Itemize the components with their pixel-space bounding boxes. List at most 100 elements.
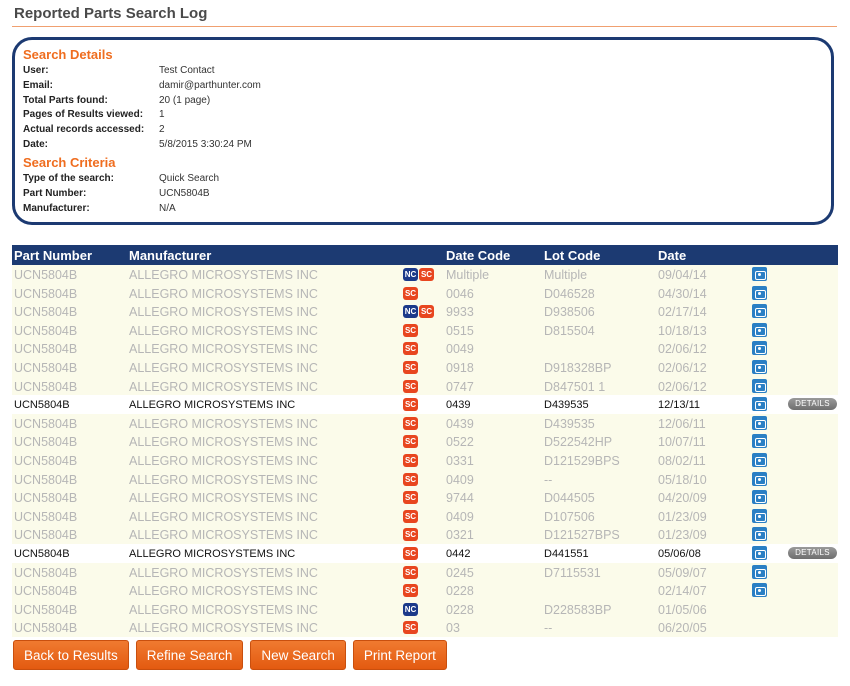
date-cell: 05/09/07 xyxy=(658,565,707,580)
camera-icon[interactable] xyxy=(752,359,767,374)
part-number-cell[interactable]: UCN5804B xyxy=(14,399,70,411)
sc-badge-icon: SC xyxy=(403,379,418,393)
part-number-cell[interactable]: UCN5804B xyxy=(14,454,77,468)
part-number-cell[interactable]: UCN5804B xyxy=(14,417,77,431)
manufacturer-cell: ALLEGRO MICROSYSTEMS INC xyxy=(129,565,318,580)
table-row[interactable]: UCN5804B ALLEGRO MICROSYSTEMS INC SC 9744 D0… xyxy=(12,488,838,507)
camera-icon[interactable] xyxy=(752,583,767,598)
camera-icon[interactable] xyxy=(752,397,767,412)
part-number-cell[interactable]: UCN5804B xyxy=(14,473,77,487)
table-row[interactable]: UCN5804B ALLEGRO MICROSYSTEMS INC SC 0046 D0… xyxy=(12,283,838,303)
part-number-cell[interactable]: UCN5804B xyxy=(14,510,77,524)
table-row[interactable]: UCN5804B ALLEGRO MICROSYSTEMS INC SC 03 -- 06… xyxy=(12,618,838,637)
back-to-results-button[interactable]: Back to Results xyxy=(13,640,129,670)
table-row[interactable]: UCN5804B ALLEGRO MICROSYSTEMS INC SC 0442 D4… xyxy=(12,543,838,563)
camera-icon[interactable] xyxy=(752,304,767,319)
date-code-cell: 03 xyxy=(446,621,460,636)
table-row[interactable]: UCN5804B ALLEGRO MICROSYSTEMS INC SC 0439 D4… xyxy=(12,395,838,414)
table-row[interactable]: UCN5804B ALLEGRO MICROSYSTEMS INC SC 0321 D1… xyxy=(12,525,838,544)
camera-icon[interactable] xyxy=(752,378,767,393)
header-manufacturer[interactable]: Manufacturer xyxy=(129,248,211,263)
table-row[interactable]: UCN5804B ALLEGRO MICROSYSTEMS INC NC SC Mult… xyxy=(12,265,838,284)
manufacturer-cell: ALLEGRO MICROSYSTEMS INC xyxy=(129,453,318,468)
part-number-cell[interactable]: UCN5804B xyxy=(14,380,77,394)
header-date[interactable]: Date xyxy=(658,248,686,263)
part-number-cell[interactable]: UCN5804B xyxy=(14,305,77,319)
camera-icon[interactable] xyxy=(752,285,767,300)
part-number-cell[interactable]: UCN5804B xyxy=(14,621,77,635)
camera-icon[interactable] xyxy=(752,341,767,356)
date-code-cell: 0747 xyxy=(446,379,474,394)
camera-icon[interactable] xyxy=(752,415,767,430)
part-number-cell[interactable]: UCN5804B xyxy=(14,548,70,560)
part-number-cell[interactable]: UCN5804B xyxy=(14,584,77,598)
table-row[interactable]: UCN5804B ALLEGRO MICROSYSTEMS INC SC 0747 D8… xyxy=(12,376,838,396)
camera-icon[interactable] xyxy=(752,545,767,560)
status-badges: SC xyxy=(403,323,418,337)
table-row[interactable]: UCN5804B ALLEGRO MICROSYSTEMS INC SC 0245 D7… xyxy=(12,562,838,582)
camera-icon[interactable] xyxy=(752,434,767,449)
camera-icon[interactable] xyxy=(752,452,767,467)
table-row[interactable]: UCN5804B ALLEGRO MICROSYSTEMS INC SC 0228 02… xyxy=(12,581,838,600)
lot-code-cell: D121527BPS xyxy=(544,528,620,543)
camera-icon[interactable] xyxy=(752,527,767,542)
lot-code-cell: -- xyxy=(544,621,553,636)
part-number-cell[interactable]: UCN5804B xyxy=(14,528,77,542)
date-code-cell: 0439 xyxy=(446,399,471,412)
status-badges: SC xyxy=(403,472,418,486)
part-number-cell[interactable]: UCN5804B xyxy=(14,342,77,356)
part-number-cell[interactable]: UCN5804B xyxy=(14,268,77,282)
part-number-cell[interactable]: UCN5804B xyxy=(14,566,77,580)
part-number-cell[interactable]: UCN5804B xyxy=(14,603,77,617)
lot-code-cell: Multiple xyxy=(544,268,588,282)
part-number-cell[interactable]: UCN5804B xyxy=(14,287,77,301)
date-code-cell: 0515 xyxy=(446,323,474,338)
camera-icon[interactable] xyxy=(752,490,767,505)
table-row[interactable]: UCN5804B ALLEGRO MICROSYSTEMS INC SC 0409 --… xyxy=(12,469,838,489)
part-number-cell[interactable]: UCN5804B xyxy=(14,435,77,449)
table-row[interactable]: UCN5804B ALLEGRO MICROSYSTEMS INC NC 0228 D2… xyxy=(12,599,838,619)
header-part-number[interactable]: Part Number xyxy=(14,248,92,263)
table-row[interactable]: UCN5804B ALLEGRO MICROSYSTEMS INC SC 0049 02… xyxy=(12,339,838,358)
part-number-cell[interactable]: UCN5804B xyxy=(14,361,77,375)
table-row[interactable]: UCN5804B ALLEGRO MICROSYSTEMS INC SC 0409 D1… xyxy=(12,506,838,526)
header-lot-code[interactable]: Lot Code xyxy=(544,248,600,263)
detail-value: Test Contact xyxy=(159,65,215,76)
new-search-button[interactable]: New Search xyxy=(250,640,346,670)
camera-icon[interactable] xyxy=(752,471,767,486)
date-cell: 06/20/05 xyxy=(658,621,707,636)
table-row[interactable]: UCN5804B ALLEGRO MICROSYSTEMS INC SC 0439 D4… xyxy=(12,413,838,433)
details-button[interactable]: DETAILS xyxy=(788,398,837,411)
camera-icon[interactable] xyxy=(752,322,767,337)
camera-icon[interactable] xyxy=(752,267,767,281)
manufacturer-cell: ALLEGRO MICROSYSTEMS INC xyxy=(129,268,318,282)
date-code-cell: 9933 xyxy=(446,305,474,320)
table-row[interactable]: UCN5804B ALLEGRO MICROSYSTEMS INC SC 0331 D1… xyxy=(12,450,838,470)
camera-icon[interactable] xyxy=(752,508,767,523)
date-cell: 02/06/12 xyxy=(658,342,707,357)
table-row[interactable]: UCN5804B ALLEGRO MICROSYSTEMS INC NC SC 9933… xyxy=(12,302,838,321)
sc-badge-icon: SC xyxy=(403,453,418,467)
refine-search-button[interactable]: Refine Search xyxy=(135,640,244,670)
lot-code-cell: D439535 xyxy=(544,416,595,431)
lot-code-cell: D121529BPS xyxy=(544,453,620,468)
table-row[interactable]: UCN5804B ALLEGRO MICROSYSTEMS INC SC 0918 D9… xyxy=(12,357,838,377)
details-button[interactable]: DETAILS xyxy=(788,546,837,559)
print-report-button[interactable]: Print Report xyxy=(352,640,447,670)
nc-badge-icon: NC xyxy=(403,305,418,319)
header-date-code[interactable]: Date Code xyxy=(446,248,510,263)
date-cell: 02/17/14 xyxy=(658,305,707,320)
date-code-cell: 0522 xyxy=(446,435,474,450)
lot-code-cell: D847501 1 xyxy=(544,379,606,394)
date-cell: 08/02/11 xyxy=(658,453,706,468)
part-number-cell[interactable]: UCN5804B xyxy=(14,324,77,338)
status-badges: NC SC xyxy=(403,268,434,281)
part-number-cell[interactable]: UCN5804B xyxy=(14,491,77,505)
date-code-cell: 0331 xyxy=(446,453,474,468)
detail-value: 20 (1 page) xyxy=(159,94,211,106)
table-row[interactable]: UCN5804B ALLEGRO MICROSYSTEMS INC SC 0522 D5… xyxy=(12,432,838,451)
table-row[interactable]: UCN5804B ALLEGRO MICROSYSTEMS INC SC 0515 D8… xyxy=(12,320,838,340)
camera-icon[interactable] xyxy=(752,564,767,579)
nc-badge-icon: NC xyxy=(403,602,418,616)
nc-badge-icon: NC xyxy=(403,268,418,281)
